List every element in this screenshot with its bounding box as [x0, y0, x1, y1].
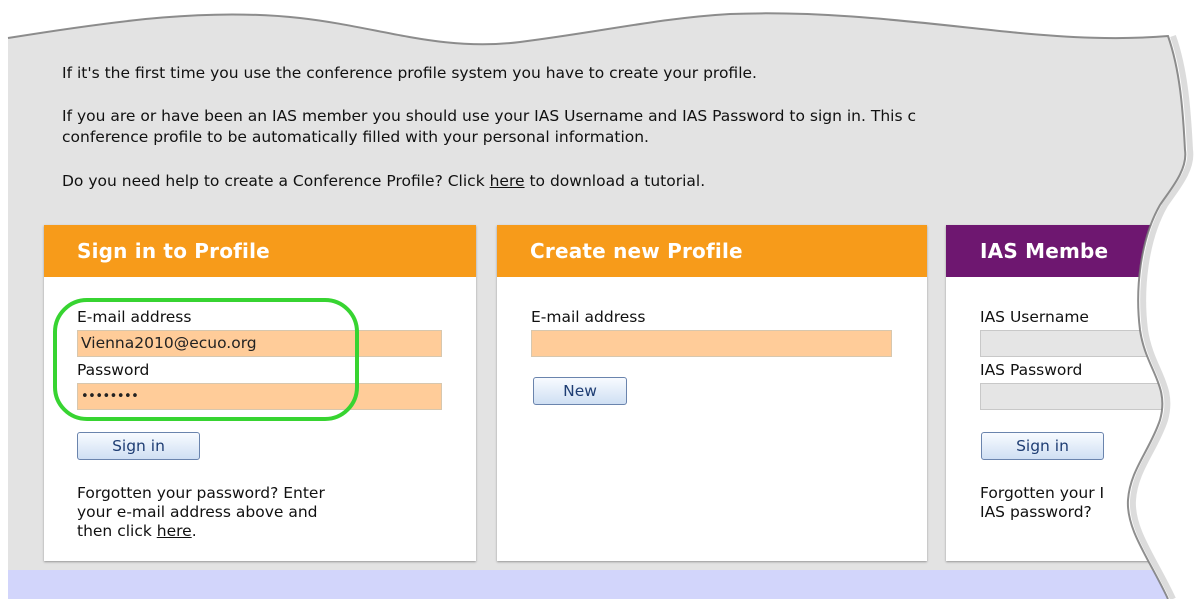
page-left-border [7, 30, 8, 599]
signin-button[interactable]: Sign in [77, 432, 200, 460]
signin-panel: Sign in to Profile E-mail address Vienna… [44, 225, 476, 561]
forgot-password-line-1: Forgotten your password? Enter [77, 484, 325, 502]
ias-forgot-line-2: IAS password? [980, 503, 1092, 521]
ias-username-label: IAS Username [980, 308, 1089, 326]
tutorial-text-before: Do you need help to create a Conference … [62, 172, 490, 190]
create-profile-panel-title: Create new Profile [497, 225, 927, 277]
ias-username-input[interactable] [980, 330, 1195, 357]
page-content: If it's the first time you use the confe… [0, 0, 1195, 599]
ias-member-panel: IAS Membe IAS Username IAS Password Sign… [946, 225, 1195, 561]
ias-signin-button[interactable]: Sign in [981, 432, 1104, 460]
footer-band [8, 570, 1195, 599]
intro-line-ias-member: If you are or have been an IAS member yo… [62, 107, 916, 125]
signin-email-input[interactable]: Vienna2010@ecuo.org [77, 330, 442, 357]
ias-forgot-line-1: Forgotten your I [980, 484, 1105, 502]
ias-password-input[interactable] [980, 383, 1195, 410]
signin-email-label: E-mail address [77, 308, 192, 326]
signin-password-label: Password [77, 361, 150, 379]
screenshot-frame: If it's the first time you use the confe… [0, 0, 1195, 599]
signin-password-input[interactable]: •••••••• [77, 383, 442, 410]
forgot-password-link[interactable]: here [157, 522, 192, 540]
intro-line-tutorial: Do you need help to create a Conference … [62, 171, 705, 192]
tutorial-download-link[interactable]: here [490, 172, 525, 190]
create-profile-panel: Create new Profile E-mail address New [497, 225, 927, 561]
signin-panel-title: Sign in to Profile [44, 225, 476, 277]
create-email-input[interactable] [531, 330, 892, 357]
intro-line-autofill: conference profile to be automatically f… [62, 128, 649, 146]
forgot-password-line-2: your e-mail address above and [77, 503, 318, 521]
intro-line-first-time: If it's the first time you use the confe… [62, 64, 757, 82]
ias-member-panel-title: IAS Membe [946, 225, 1195, 277]
ias-password-label: IAS Password [980, 361, 1083, 379]
create-email-label: E-mail address [531, 308, 646, 326]
forgot-text-after: . [191, 522, 197, 540]
forgot-text-before: then click [77, 522, 157, 540]
tutorial-text-after: to download a tutorial. [524, 172, 706, 190]
forgot-password-line-3: then click here. [77, 522, 197, 541]
new-profile-button[interactable]: New [533, 377, 627, 405]
